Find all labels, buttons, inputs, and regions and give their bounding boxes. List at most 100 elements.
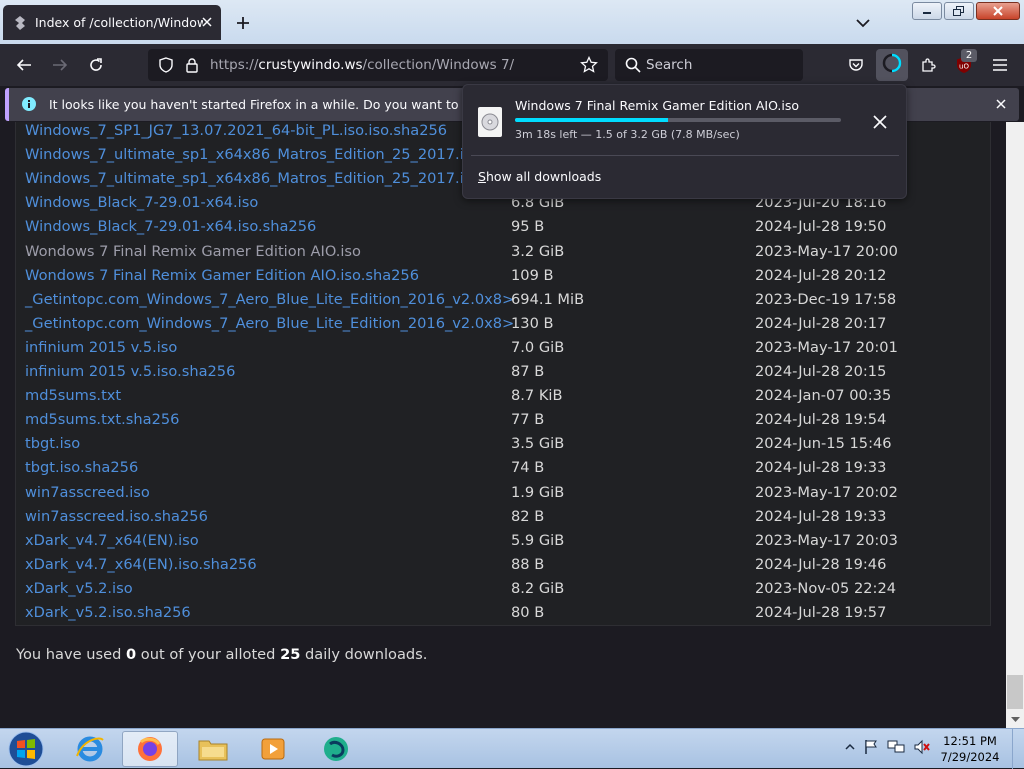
file-link[interactable]: tbgt.iso.sha256 [25, 459, 138, 476]
start-button[interactable] [4, 730, 48, 768]
file-link[interactable]: win7asscreed.iso [25, 484, 150, 501]
extensions-puzzle-icon[interactable] [916, 53, 940, 77]
search-bar[interactable]: Search [615, 49, 803, 81]
file-link[interactable]: xDark_v4.7_x64(EN).iso.sha256 [25, 556, 257, 573]
show-all-rest: how all downloads [485, 169, 602, 184]
address-bar[interactable]: https://crustywindo.ws/collection/Window… [148, 49, 608, 81]
volume-muted-icon[interactable] [913, 739, 931, 759]
bookmark-star-icon[interactable] [577, 53, 601, 77]
file-size: 80 B [511, 604, 545, 621]
downloads-panel: Windows 7 Final Remix Gamer Edition AIO.… [462, 84, 907, 199]
file-link[interactable]: _Getintopc.com_Windows_7_Aero_Blue_Lite_… [25, 315, 514, 332]
file-link[interactable]: Wondows 7 Final Remix Gamer Edition AIO.… [25, 243, 361, 260]
file-date: 2024-Jul-28 19:33 [755, 507, 887, 525]
maximize-button[interactable] [944, 2, 974, 20]
file-link[interactable]: _Getintopc.com_Windows_7_Aero_Blue_Lite_… [25, 291, 514, 308]
tab-strip: Index of /collection/Windows 7/ [0, 0, 1024, 44]
url-scheme: https:// [210, 57, 259, 73]
scrollbar-thumb[interactable] [1007, 675, 1023, 709]
file-explorer-icon[interactable] [185, 731, 241, 767]
back-arrow-icon[interactable] [12, 53, 36, 77]
downloads-button[interactable] [876, 49, 908, 81]
file-link[interactable]: xDark_v5.2.iso.sha256 [25, 604, 191, 621]
url-text: https://crustywindo.ws/collection/Window… [210, 57, 514, 73]
minimize-button[interactable] [912, 2, 942, 20]
file-link[interactable]: Windows_7_ultimate_sp1_x64x86_Matros_Edi… [25, 146, 480, 163]
browser-tab[interactable]: Index of /collection/Windows 7/ [3, 5, 221, 40]
file-link[interactable]: md5sums.txt.sha256 [25, 411, 179, 428]
download-progress-ring-icon [882, 53, 902, 77]
app-teal-icon[interactable] [308, 731, 364, 767]
action-center-flag-icon[interactable] [863, 739, 879, 759]
file-size: 3.2 GiB [511, 242, 565, 260]
download-progress-bar [515, 118, 841, 122]
tracking-protection-shield-icon[interactable] [154, 53, 178, 77]
navigation-toolbar: https://crustywindo.ws/collection/Window… [0, 44, 1024, 86]
quota-middle: out of your alloted [136, 646, 281, 663]
search-icon [621, 53, 645, 77]
close-window-button[interactable] [976, 2, 1020, 20]
media-player-icon[interactable] [245, 731, 301, 767]
file-link[interactable]: tbgt.iso [25, 435, 80, 452]
internet-explorer-icon[interactable] [62, 731, 118, 767]
file-size: 694.1 MiB [511, 290, 585, 308]
network-icon[interactable] [887, 739, 905, 759]
menu-hamburger-icon[interactable] [988, 53, 1012, 77]
file-link[interactable]: Windows_7_SP1_JG7_13.07.2021_64-bit_PL.i… [25, 122, 447, 139]
cancel-download-x-icon[interactable] [867, 109, 893, 135]
file-link[interactable]: xDark_v5.2.iso [25, 580, 133, 597]
file-link[interactable]: xDark_v4.7_x64(EN).iso [25, 532, 199, 549]
file-size: 7.0 GiB [511, 338, 565, 356]
lock-icon[interactable] [180, 53, 204, 77]
notification-close-icon[interactable] [993, 96, 1009, 112]
file-link[interactable]: Windows_Black_7-29.01-x64.iso.sha256 [25, 218, 316, 235]
file-size: 8.7 KiB [511, 387, 563, 405]
tab-title: Index of /collection/Windows 7/ [35, 15, 203, 30]
file-link[interactable]: infinium 2015 v.5.iso [25, 339, 177, 356]
show-hidden-icons-icon[interactable] [845, 739, 855, 759]
download-quota-text: You have used 0 out of your alloted 25 d… [16, 646, 427, 663]
file-link[interactable]: win7asscreed.iso.sha256 [25, 508, 208, 525]
list-all-tabs-chevron-icon[interactable] [852, 12, 874, 34]
file-link[interactable]: Windows_7_ultimate_sp1_x64x86_Matros_Edi… [25, 170, 485, 187]
file-date: 2023-Nov-05 22:24 [755, 579, 897, 597]
file-size: 3.5 GiB [511, 435, 565, 453]
file-size: 88 B [511, 555, 545, 573]
quota-used: 0 [125, 646, 137, 663]
new-tab-plus-icon[interactable] [232, 12, 254, 34]
windows-taskbar: 12:51 PM 7/29/2024 [0, 728, 1024, 769]
firefox-taskbar-icon[interactable] [122, 731, 178, 767]
file-date: 2023-May-17 20:03 [755, 531, 898, 549]
file-link[interactable]: md5sums.txt [25, 387, 121, 404]
file-link[interactable]: Wondows 7 Final Remix Gamer Edition AIO.… [25, 267, 419, 284]
scroll-down-arrow-icon[interactable] [1006, 712, 1024, 728]
download-file-name[interactable]: Windows 7 Final Remix Gamer Edition AIO.… [515, 98, 799, 113]
quota-prefix: You have used [16, 646, 126, 663]
file-link[interactable]: Windows_Black_7-29.01-x64.iso [25, 194, 258, 211]
panel-divider [471, 155, 899, 156]
taskbar-clock[interactable]: 12:51 PM 7/29/2024 [935, 733, 1005, 765]
file-date: 2024-Jul-28 20:15 [755, 363, 887, 380]
file-size: 82 B [511, 507, 545, 525]
reload-icon[interactable] [84, 53, 108, 77]
info-icon [21, 96, 37, 112]
pocket-icon[interactable] [844, 53, 868, 77]
file-date: 2024-Jul-28 19:33 [755, 459, 887, 477]
show-desktop-button[interactable] [1012, 729, 1024, 769]
show-all-downloads-button[interactable]: Show all downloads [478, 169, 601, 184]
page-content: Windows_7_SP1_JG7_13.07.2021_64-bit_PL.i… [0, 122, 1006, 728]
clock-time: 12:51 PM [943, 734, 997, 748]
page-scrollbar[interactable] [1006, 122, 1024, 728]
file-date: 2023-May-17 20:00 [755, 242, 898, 260]
file-date: 2023-Dec-19 17:58 [755, 290, 897, 308]
forward-arrow-icon[interactable] [48, 53, 72, 77]
file-date: 2024-Jul-28 19:46 [755, 555, 887, 573]
file-link[interactable]: infinium 2015 v.5.iso.sha256 [25, 363, 235, 380]
file-date: 2024-Jul-28 19:50 [755, 218, 887, 236]
extension-badge: 2 [961, 49, 977, 62]
system-tray [845, 739, 931, 759]
file-size: 130 B [511, 314, 554, 332]
quota-limit: 25 [280, 646, 301, 663]
tab-close-icon[interactable] [199, 14, 215, 30]
file-size: 109 B [511, 266, 554, 284]
